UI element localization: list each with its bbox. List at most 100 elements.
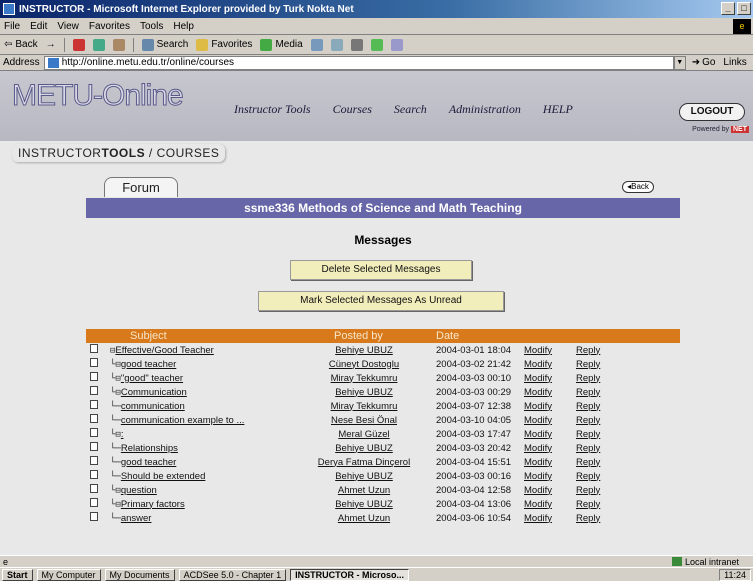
search-button[interactable]: Search xyxy=(141,38,188,51)
stop-icon[interactable] xyxy=(72,38,85,51)
author-link[interactable]: Nese Besi Önal xyxy=(331,415,397,426)
favorites-button[interactable]: Favorites xyxy=(196,38,252,51)
edit-icon[interactable] xyxy=(390,38,403,51)
links-button[interactable]: Links xyxy=(723,57,746,68)
reply-link[interactable]: Reply xyxy=(576,513,600,524)
refresh-icon[interactable] xyxy=(92,38,105,51)
author-link[interactable]: Ahmet Uzun xyxy=(338,513,390,524)
modify-link[interactable]: Modify xyxy=(524,499,552,510)
subject-link[interactable]: Effective/Good Teacher xyxy=(115,345,213,356)
author-link[interactable]: Derya Fatma Dinçerol xyxy=(318,457,410,468)
menu-view[interactable]: View xyxy=(57,21,79,32)
subject-link[interactable]: Primary factors xyxy=(121,499,185,510)
author-link[interactable]: Behiye UBUZ xyxy=(335,471,393,482)
task-my-documents[interactable]: My Documents xyxy=(104,568,175,581)
row-checkbox[interactable] xyxy=(90,442,98,451)
subject-link[interactable]: "good" teacher xyxy=(121,373,183,384)
reply-link[interactable]: Reply xyxy=(576,415,600,426)
subject-link[interactable]: question xyxy=(121,485,157,496)
modify-link[interactable]: Modify xyxy=(524,387,552,398)
menu-edit[interactable]: Edit xyxy=(30,21,47,32)
reply-link[interactable]: Reply xyxy=(576,345,600,356)
go-button[interactable]: ➜ Go xyxy=(692,57,716,68)
media-button[interactable]: Media xyxy=(260,38,303,51)
menu-tools[interactable]: Tools xyxy=(140,21,163,32)
nav-administration[interactable]: Administration xyxy=(449,102,521,117)
task-my-computer[interactable]: My Computer xyxy=(36,568,101,581)
row-checkbox[interactable] xyxy=(90,344,98,353)
row-checkbox[interactable] xyxy=(90,498,98,507)
modify-link[interactable]: Modify xyxy=(524,415,552,426)
reply-link[interactable]: Reply xyxy=(576,429,600,440)
reply-link[interactable]: Reply xyxy=(576,401,600,412)
mark-unread-button[interactable]: Mark Selected Messages As Unread xyxy=(258,291,504,311)
reply-link[interactable]: Reply xyxy=(576,485,600,496)
modify-link[interactable]: Modify xyxy=(524,443,552,454)
nav-help[interactable]: HELP xyxy=(543,102,573,117)
nav-search[interactable]: Search xyxy=(394,102,427,117)
author-link[interactable]: Behiye UBUZ xyxy=(335,499,393,510)
messenger-icon[interactable] xyxy=(370,38,383,51)
modify-link[interactable]: Modify xyxy=(524,513,552,524)
back-link[interactable]: ◂Back xyxy=(622,181,654,193)
row-checkbox[interactable] xyxy=(90,456,98,465)
task-instructor[interactable]: INSTRUCTOR - Microso... xyxy=(290,568,409,581)
row-checkbox[interactable] xyxy=(90,400,98,409)
row-checkbox[interactable] xyxy=(90,372,98,381)
address-dropdown-icon[interactable]: ▼ xyxy=(673,55,686,70)
reply-link[interactable]: Reply xyxy=(576,373,600,384)
row-checkbox[interactable] xyxy=(90,386,98,395)
menu-help[interactable]: Help xyxy=(173,21,194,32)
subject-link[interactable]: communication xyxy=(121,401,185,412)
reply-link[interactable]: Reply xyxy=(576,359,600,370)
subject-link[interactable]: Relationships xyxy=(121,443,178,454)
author-link[interactable]: Meral Güzel xyxy=(338,429,389,440)
subject-link[interactable]: good teacher xyxy=(121,359,176,370)
nav-courses[interactable]: Courses xyxy=(333,102,372,117)
address-input[interactable]: http://online.metu.edu.tr/online/courses xyxy=(43,55,674,70)
history-icon[interactable] xyxy=(310,38,323,51)
reply-link[interactable]: Reply xyxy=(576,471,600,482)
reply-link[interactable]: Reply xyxy=(576,457,600,468)
row-checkbox[interactable] xyxy=(90,512,98,521)
row-checkbox[interactable] xyxy=(90,414,98,423)
nav-instructor-tools[interactable]: Instructor Tools xyxy=(234,102,311,117)
print-icon[interactable] xyxy=(350,38,363,51)
modify-link[interactable]: Modify xyxy=(524,457,552,468)
subject-link[interactable]: Communication xyxy=(121,387,187,398)
minimize-button[interactable]: _ xyxy=(721,2,735,15)
author-link[interactable]: Miray Tekkumru xyxy=(331,373,398,384)
forward-button[interactable]: → xyxy=(46,39,56,50)
modify-link[interactable]: Modify xyxy=(524,345,552,356)
modify-link[interactable]: Modify xyxy=(524,485,552,496)
mail-icon[interactable] xyxy=(330,38,343,51)
delete-selected-button[interactable]: Delete Selected Messages xyxy=(290,260,472,280)
author-link[interactable]: Miray Tekkumru xyxy=(331,401,398,412)
start-button[interactable]: Start xyxy=(2,568,33,581)
author-link[interactable]: Behiye UBUZ xyxy=(335,387,393,398)
subject-link[interactable]: communication example to ... xyxy=(121,415,245,426)
modify-link[interactable]: Modify xyxy=(524,401,552,412)
menu-file[interactable]: File xyxy=(4,21,20,32)
modify-link[interactable]: Modify xyxy=(524,359,552,370)
row-checkbox[interactable] xyxy=(90,470,98,479)
author-link[interactable]: Behiye UBUZ xyxy=(335,345,393,356)
back-button[interactable]: ⇦ Back xyxy=(4,39,38,50)
author-link[interactable]: Behiye UBUZ xyxy=(335,443,393,454)
menu-favorites[interactable]: Favorites xyxy=(89,21,130,32)
subject-link[interactable]: Should be extended xyxy=(121,471,206,482)
reply-link[interactable]: Reply xyxy=(576,387,600,398)
subject-link[interactable]: : xyxy=(121,429,124,440)
modify-link[interactable]: Modify xyxy=(524,471,552,482)
modify-link[interactable]: Modify xyxy=(524,373,552,384)
maximize-button[interactable]: □ xyxy=(737,2,751,15)
row-checkbox[interactable] xyxy=(90,484,98,493)
task-acdsee[interactable]: ACDSee 5.0 - Chapter 1 xyxy=(178,568,287,581)
row-checkbox[interactable] xyxy=(90,428,98,437)
modify-link[interactable]: Modify xyxy=(524,429,552,440)
reply-link[interactable]: Reply xyxy=(576,499,600,510)
subject-link[interactable]: good teacher xyxy=(121,457,176,468)
reply-link[interactable]: Reply xyxy=(576,443,600,454)
author-link[interactable]: Ahmet Uzun xyxy=(338,485,390,496)
subject-link[interactable]: answer xyxy=(121,513,152,524)
